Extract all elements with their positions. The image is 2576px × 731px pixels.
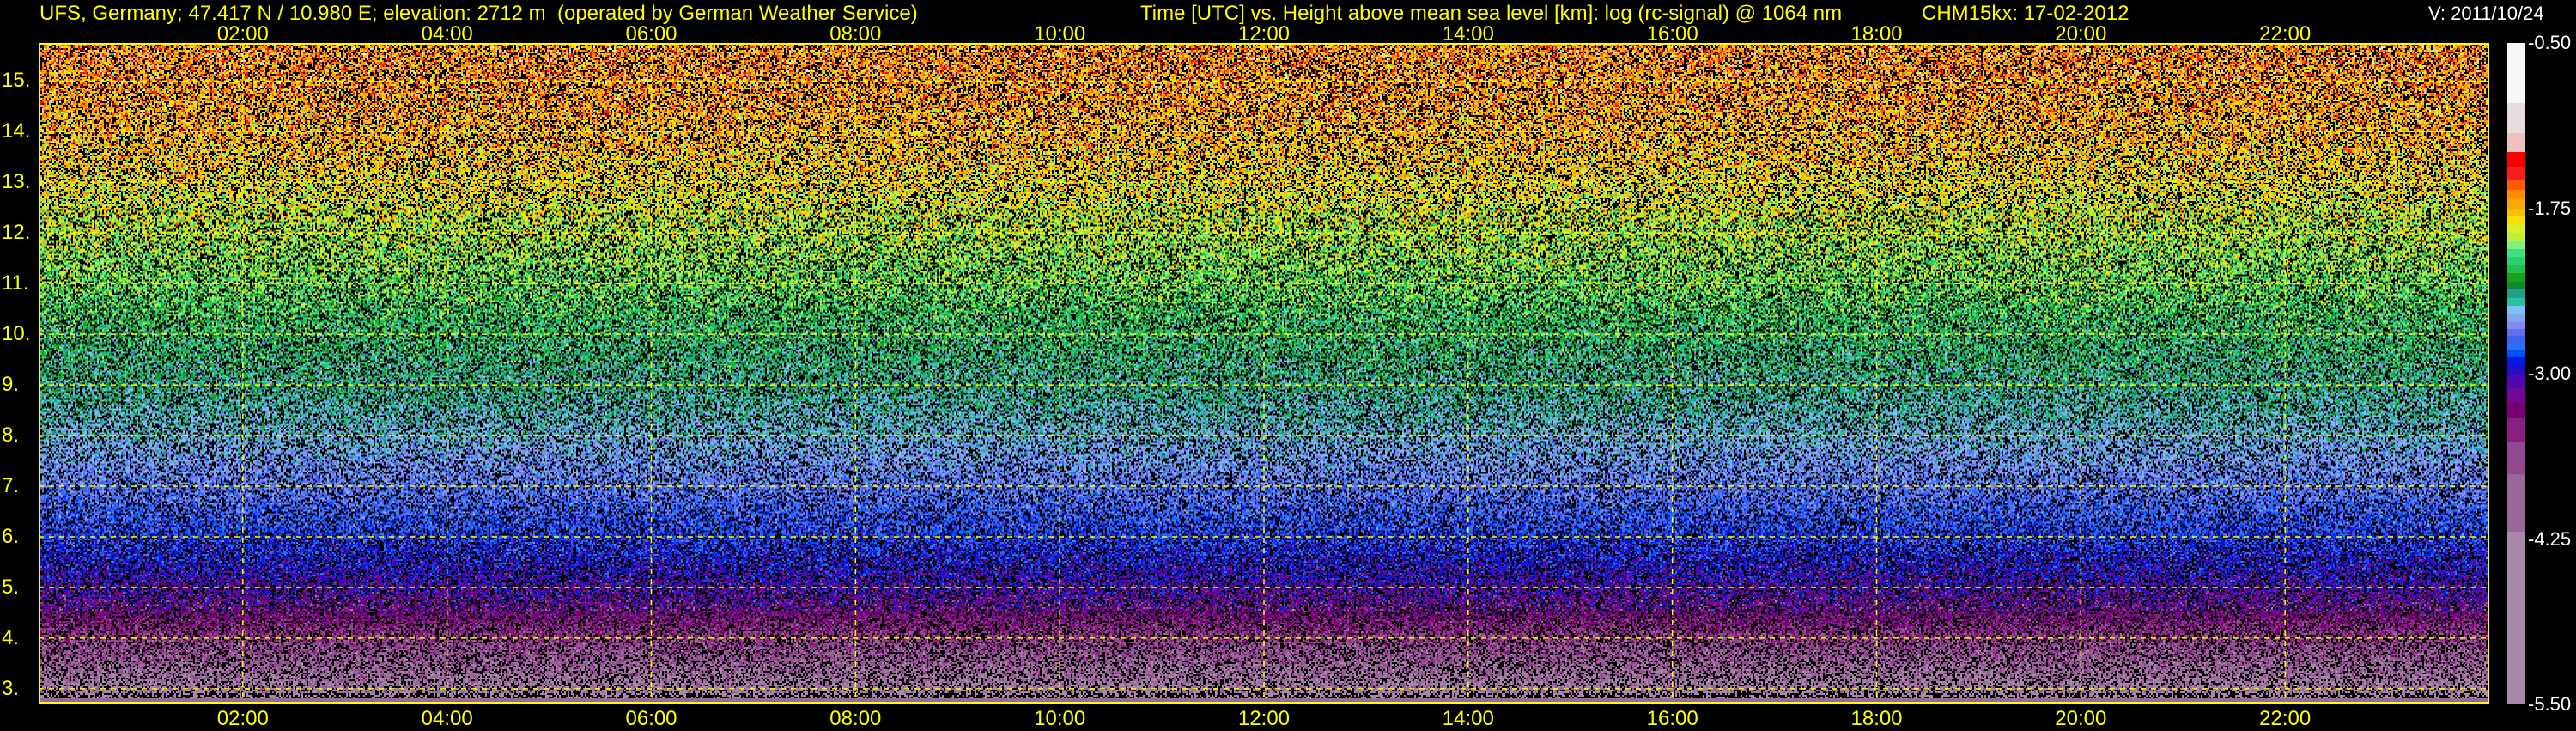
x-tick-label: 02:00 xyxy=(216,707,269,730)
colorbar-segment xyxy=(2507,366,2525,376)
colorbar-label: -5.50 xyxy=(2528,693,2572,715)
x-tick-label: 20:00 xyxy=(2055,22,2107,46)
colorbar-segment xyxy=(2507,241,2525,250)
colorbar-label: -3.00 xyxy=(2528,362,2572,384)
x-tick-label: 06:00 xyxy=(625,707,677,730)
y-tick-label: 8. xyxy=(2,423,20,448)
colorbar xyxy=(2507,43,2525,705)
x-tick-label: 04:00 xyxy=(421,22,473,46)
y-tick-label: 4. xyxy=(2,625,20,649)
y-tick-label: 14. xyxy=(2,119,31,143)
colorbar-segment xyxy=(2507,375,2525,389)
colorbar-segment xyxy=(2507,103,2525,134)
x-tick-label: 02:00 xyxy=(216,22,269,46)
y-tick-label: 13. xyxy=(2,170,31,194)
colorbar-label: -1.75 xyxy=(2528,197,2572,219)
x-tick-label: 10:00 xyxy=(1034,22,1086,46)
colorbar-segment xyxy=(2507,357,2525,367)
y-tick-label: 5. xyxy=(2,575,20,599)
x-tick-label: 20:00 xyxy=(2055,707,2107,730)
colorbar-segment xyxy=(2507,273,2525,283)
y-tick-label: 12. xyxy=(2,221,31,245)
x-tick-label: 10:00 xyxy=(1034,707,1086,730)
colorbar-segment xyxy=(2507,387,2525,403)
y-tick-label: 10. xyxy=(2,322,31,346)
x-tick-label: 16:00 xyxy=(1646,707,1698,730)
colorbar-segment xyxy=(2507,152,2525,168)
x-tick-label: 12:00 xyxy=(1237,22,1291,46)
plot-frame xyxy=(39,43,2489,704)
colorbar-segment xyxy=(2507,401,2525,418)
colorbar-segment xyxy=(2507,442,2525,475)
colorbar-segment xyxy=(2507,199,2525,209)
x-tick-label: 04:00 xyxy=(421,707,473,730)
y-tick-label: 15. xyxy=(2,69,31,93)
x-tick-label: 14:00 xyxy=(1442,707,1494,730)
x-tick-label: 14:00 xyxy=(1442,22,1494,46)
x-tick-label: 08:00 xyxy=(829,707,882,730)
colorbar-segment xyxy=(2507,474,2525,533)
x-tick-label: 22:00 xyxy=(2259,707,2312,730)
colorbar-segment xyxy=(2507,43,2525,104)
colorbar-segment xyxy=(2507,306,2525,315)
y-tick-label: 6. xyxy=(2,524,20,548)
x-tick-label: 06:00 xyxy=(625,22,677,46)
x-tick-label: 18:00 xyxy=(1850,22,1903,46)
x-tick-label: 22:00 xyxy=(2259,22,2312,46)
y-tick-label: 9. xyxy=(2,373,20,397)
x-tick-label: 12:00 xyxy=(1237,707,1291,730)
y-tick-label: 11. xyxy=(2,271,29,295)
colorbar-segment xyxy=(2507,216,2525,226)
x-tick-label: 08:00 xyxy=(829,22,882,46)
colorbar-label: -0.50 xyxy=(2528,32,2572,53)
colorbar-segment xyxy=(2507,166,2525,180)
colorbar-segment xyxy=(2507,190,2525,200)
x-tick-label: 16:00 xyxy=(1646,22,1698,46)
colorbar-segment xyxy=(2507,532,2525,705)
colorbar-segment xyxy=(2507,289,2525,299)
x-tick-label: 18:00 xyxy=(1850,707,1903,730)
colorbar-segment xyxy=(2507,417,2525,442)
colorbar-segment xyxy=(2507,133,2525,153)
colorbar-segment xyxy=(2507,265,2525,274)
colorbar-segment xyxy=(2507,256,2525,266)
y-tick-label: 3. xyxy=(2,676,20,700)
colorbar-label: -4.25 xyxy=(2528,527,2572,550)
y-tick-label: 7. xyxy=(2,474,20,497)
colorbar-segment xyxy=(2507,180,2525,191)
